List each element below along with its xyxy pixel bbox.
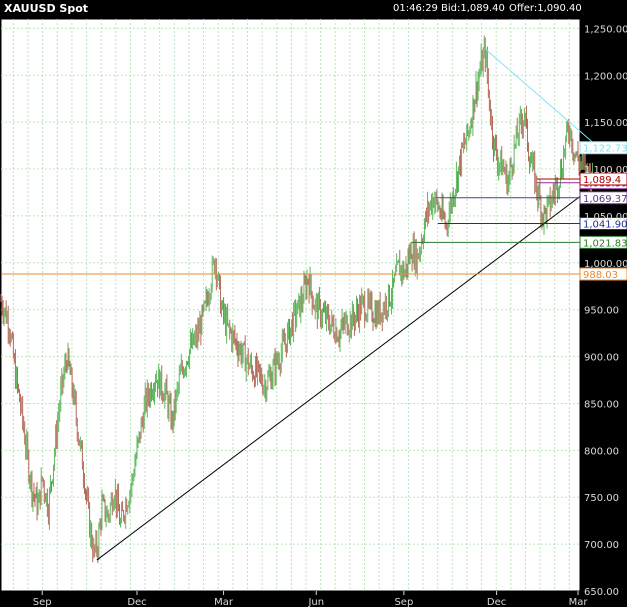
x-tick-label: Jun bbox=[307, 597, 324, 607]
y-tick-label: 1,100.00 bbox=[584, 165, 627, 176]
y-tick-label: 750.00 bbox=[584, 493, 619, 504]
level-label: 1,122.73 bbox=[583, 144, 627, 155]
y-tick-label: 1,050.00 bbox=[584, 212, 627, 223]
y-tick-label: 800.00 bbox=[584, 446, 619, 457]
y-tick-label: 1,250.00 bbox=[584, 24, 627, 35]
x-tick-label: Mar bbox=[214, 597, 234, 607]
x-tick-label: Dec bbox=[127, 597, 146, 607]
y-tick-label: 950.00 bbox=[584, 306, 619, 317]
y-tick-label: 900.00 bbox=[584, 353, 619, 364]
y-tick-label: 850.00 bbox=[584, 399, 619, 410]
x-tick-label: Sep bbox=[394, 597, 413, 607]
x-tick-label: Dec bbox=[487, 597, 506, 607]
price-chart: 988.031,021.831,041.901,069.371,085.391,… bbox=[0, 18, 627, 607]
y-tick-label: 1,200.00 bbox=[584, 71, 627, 82]
level-label: 988.03 bbox=[583, 270, 618, 281]
level-label: 1,089.4 bbox=[583, 175, 621, 186]
x-tick-label: Sep bbox=[33, 597, 52, 607]
y-axis: 650.00 700.00 750.00 800.00 850.00 900.00 950.… bbox=[584, 24, 627, 598]
plot-area bbox=[0, 18, 581, 592]
y-tick-label: 700.00 bbox=[584, 540, 619, 551]
x-axis: Sep Dec Mar Jun Sep Dec Mar bbox=[33, 591, 589, 607]
y-tick-label: 1,150.00 bbox=[584, 118, 627, 129]
level-label: 1,021.83 bbox=[583, 238, 627, 249]
y-tick-label: 650.00 bbox=[584, 587, 619, 598]
level-label: 1,069.37 bbox=[583, 194, 627, 205]
y-tick-label: 1,000.00 bbox=[584, 259, 627, 270]
x-tick-label: Mar bbox=[569, 597, 589, 607]
